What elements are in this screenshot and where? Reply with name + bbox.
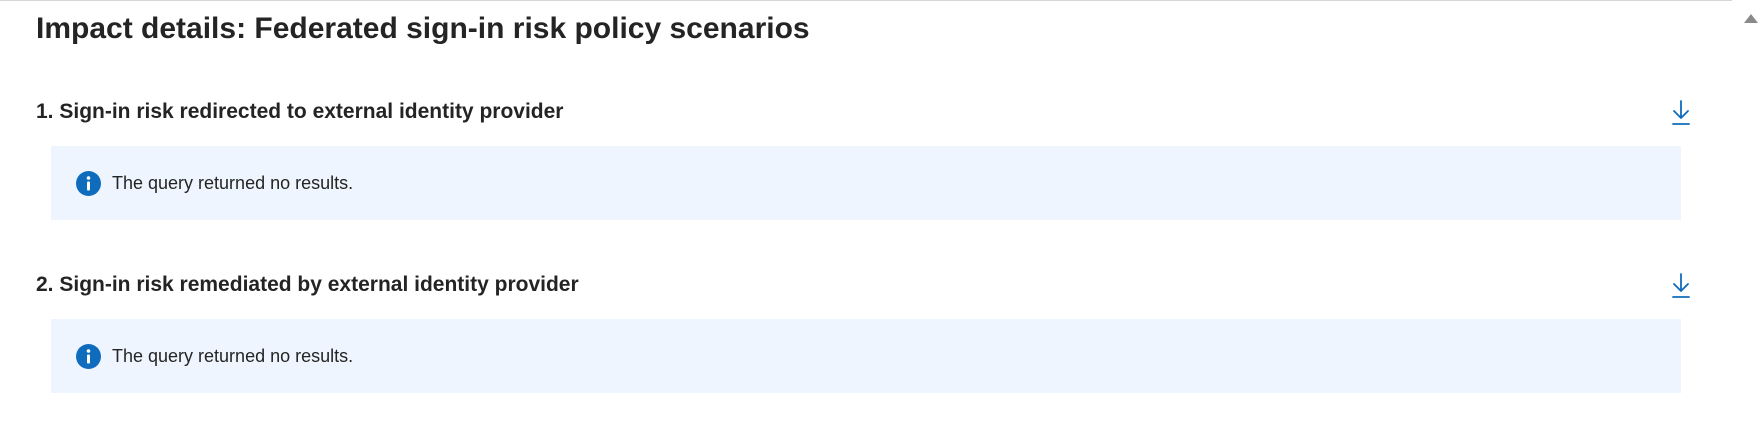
section-title: 2. Sign-in risk remediated by external i… [36,273,579,296]
info-message-text: The query returned no results. [112,172,354,193]
top-divider [0,0,1732,1]
page-title: Impact details: Federated sign-in risk p… [36,12,810,45]
vertical-scrollbar[interactable] [1738,0,1763,428]
download-icon [1672,100,1690,125]
info-message-bar: The query returned no results. [51,146,1681,220]
download-button[interactable] [1667,269,1695,303]
info-message-text: The query returned no results. [112,345,354,366]
scroll-up-arrow-icon[interactable] [1744,14,1758,23]
info-icon [76,170,101,196]
section-title: 1. Sign-in risk redirected to external i… [36,100,564,123]
info-icon [76,343,101,369]
info-message-bar: The query returned no results. [51,319,1681,393]
download-icon [1672,273,1690,298]
download-button[interactable] [1667,96,1695,130]
